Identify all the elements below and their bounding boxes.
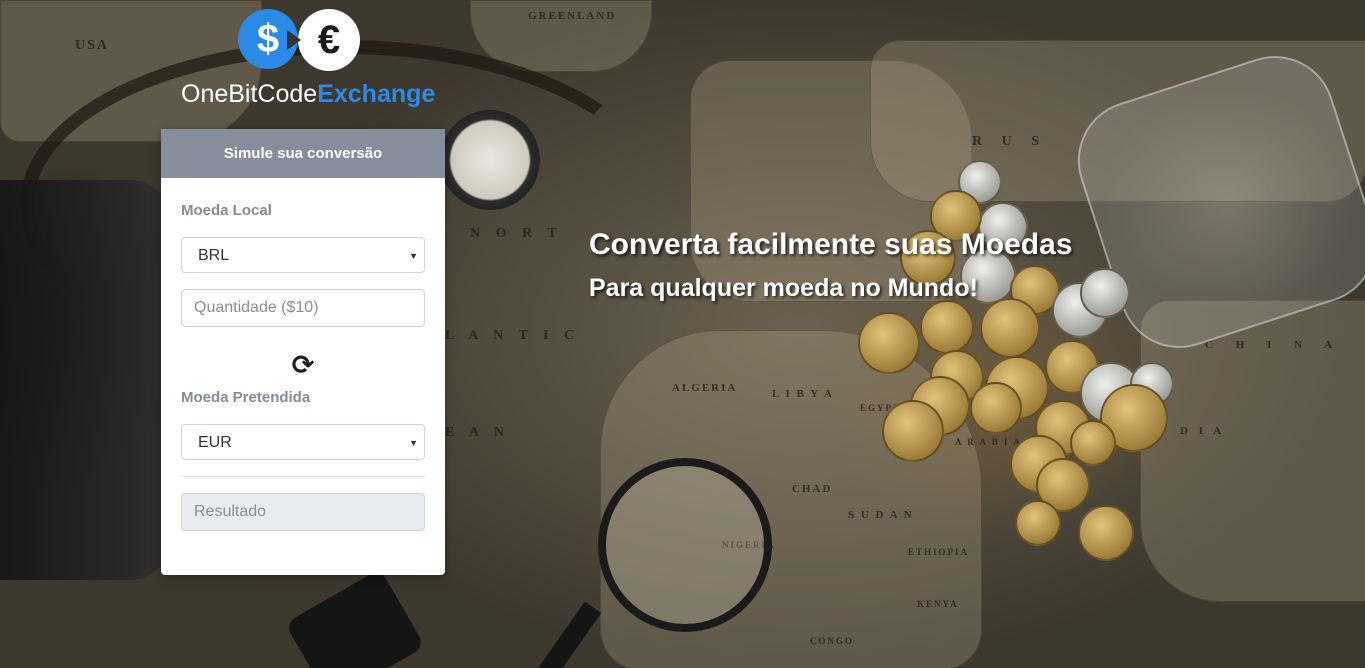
map-label: CHAD: [792, 483, 833, 495]
conversion-card: Simule sua conversão Moeda Local BRL ▼ ⟳…: [161, 129, 445, 575]
local-currency-select[interactable]: BRL ▼: [181, 237, 425, 273]
coin: [980, 298, 1040, 358]
local-currency-value: BRL: [198, 247, 230, 264]
brand-logo[interactable]: $ € OneBitCodeExchange: [181, 6, 435, 108]
map-label: D I A: [1180, 425, 1226, 437]
coin: [882, 400, 944, 462]
coin: [858, 312, 920, 374]
magnifying-glass-image: [598, 458, 772, 632]
lens-cap-image: [284, 568, 426, 668]
brand-name: OneBitCodeExchange: [181, 80, 435, 108]
card-header: Simule sua conversão: [161, 129, 445, 178]
hero-title: Converta facilmente suas Moedas: [589, 228, 1073, 261]
map-label: C H I N A: [1205, 339, 1343, 351]
coin: [1078, 505, 1134, 561]
swap-container: ⟳: [181, 349, 425, 381]
map-label: KENYA: [917, 599, 959, 609]
magnifying-glass-handle: [538, 601, 602, 668]
euro-coin-icon: €: [298, 9, 360, 71]
map-label: ALGERIA: [672, 382, 738, 394]
compass-image: [440, 110, 540, 210]
brand-name-part1: OneBitCode: [181, 80, 318, 108]
refresh-icon[interactable]: ⟳: [292, 349, 315, 381]
map-label: E A N: [445, 425, 511, 440]
coin: [1015, 500, 1061, 546]
divider: [181, 476, 425, 477]
map-label: ETHIOPIA: [908, 547, 970, 557]
coin: [970, 382, 1022, 434]
logo-icons: $ €: [181, 6, 431, 72]
map-label: GREENLAND: [528, 10, 617, 22]
target-currency-value: EUR: [198, 434, 232, 451]
coin: [920, 300, 974, 354]
card-body: Moeda Local BRL ▼ ⟳ Moeda Pretendida EUR…: [161, 202, 445, 531]
map-label: R U S: [972, 134, 1048, 149]
brand-name-part2: Exchange: [317, 80, 436, 108]
result-field[interactable]: [181, 493, 425, 531]
map-label: A R A B I A: [955, 437, 1022, 447]
local-currency-label: Moeda Local: [181, 202, 272, 219]
map-label: S U D A N: [848, 509, 914, 521]
coin: [1080, 268, 1130, 318]
target-currency-label: Moeda Pretendida: [181, 389, 311, 406]
chevron-down-icon: ▼: [409, 251, 418, 261]
exchange-arrow-icon: [287, 30, 301, 50]
chevron-down-icon: ▼: [409, 438, 418, 448]
hero-section: Converta facilmente suas Moedas Para qua…: [589, 226, 1073, 304]
amount-input[interactable]: [181, 289, 425, 327]
binoculars-image: [0, 180, 170, 580]
map-label: CONGO: [810, 636, 855, 646]
target-currency-select[interactable]: EUR ▼: [181, 424, 425, 460]
map-label: L I B Y A: [772, 388, 834, 400]
hero-subtitle: Para qualquer moeda no Mundo!: [589, 274, 978, 302]
coin: [1070, 420, 1116, 466]
map-label: USA: [75, 38, 110, 53]
